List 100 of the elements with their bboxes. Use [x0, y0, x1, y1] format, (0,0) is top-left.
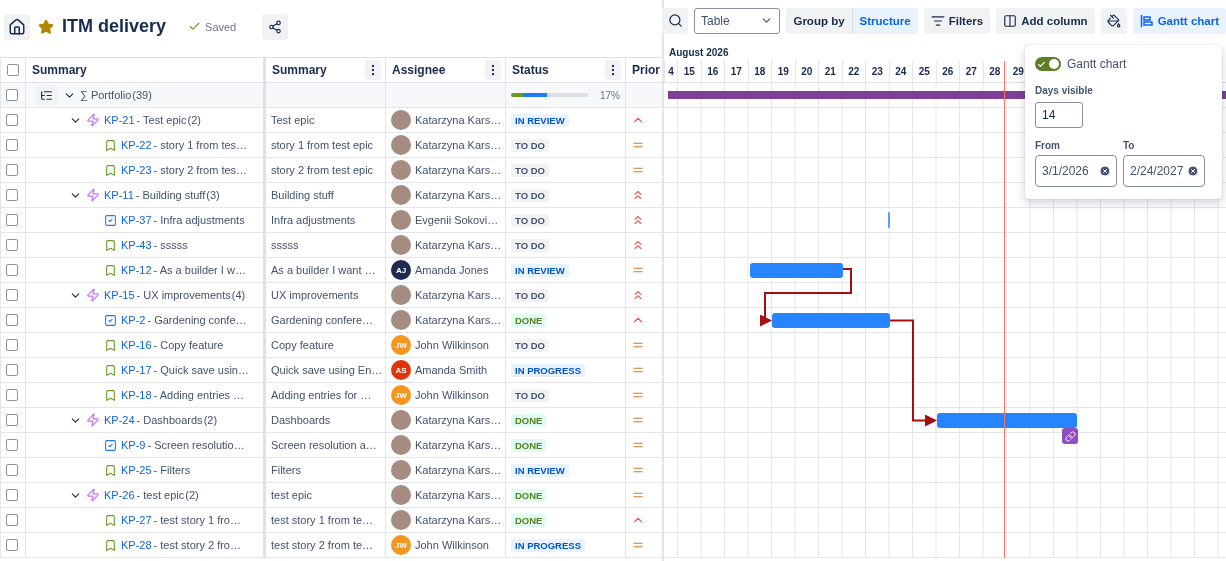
group-by-button[interactable]: Group by — [786, 7, 852, 34]
home-button[interactable] — [4, 13, 30, 40]
avatar: AS — [391, 360, 411, 380]
lightning-icon — [86, 288, 100, 302]
status-lozenge: DONE — [511, 513, 547, 527]
checkbox[interactable] — [6, 114, 18, 126]
checkbox[interactable] — [6, 314, 18, 326]
day-label: 18 — [754, 66, 766, 77]
status-lozenge: TO DO — [511, 338, 549, 352]
checkbox[interactable] — [6, 239, 18, 251]
hierarchy-button[interactable] — [36, 85, 57, 105]
summary-text: Quick save using En… — [271, 364, 383, 376]
to-date-field[interactable]: 2/24/2027 — [1123, 155, 1205, 187]
summary-text: sssss — [271, 239, 299, 251]
filters-button[interactable]: Filters — [923, 7, 991, 34]
more-button[interactable] — [365, 60, 381, 80]
month-label: August 2026 — [668, 46, 730, 60]
gantt-toggle[interactable] — [1035, 57, 1061, 71]
paint-bucket-button[interactable] — [1100, 7, 1127, 34]
checkbox[interactable] — [6, 339, 18, 351]
checkbox[interactable] — [6, 464, 18, 476]
add-column-button[interactable]: Add column — [996, 7, 1095, 34]
chain-icon — [1064, 430, 1076, 442]
column-header: Prior — [632, 63, 660, 77]
issue-key-link[interactable]: KP-18 — [121, 389, 152, 401]
status-lozenge: IN REVIEW — [511, 463, 569, 477]
day-label: 25 — [918, 66, 930, 77]
check-icon — [188, 20, 202, 33]
status-lozenge: TO DO — [511, 138, 549, 152]
share-button[interactable] — [262, 13, 289, 40]
day-label: 22 — [848, 66, 860, 77]
status-lozenge: IN REVIEW — [511, 263, 569, 277]
issue-key-link[interactable]: KP-27 — [121, 514, 152, 526]
checkbox[interactable] — [6, 389, 18, 401]
checkbox[interactable] — [6, 214, 18, 226]
more-button[interactable] — [605, 60, 621, 80]
assignee-name: John Wilkinson — [415, 389, 489, 401]
child-count: (3) — [206, 189, 220, 201]
view-select[interactable]: Table — [694, 7, 781, 34]
add-column-icon — [1003, 13, 1018, 28]
issue-title: - sssss — [153, 239, 188, 251]
issue-key-link[interactable]: KP-11 — [104, 189, 134, 201]
star-icon[interactable] — [38, 18, 54, 35]
field-label: To — [1123, 140, 1136, 151]
gantt-chart-button[interactable]: Gantt chart — [1132, 7, 1226, 34]
checkbox[interactable] — [6, 414, 18, 426]
day-label: 29 — [1012, 66, 1024, 77]
issue-key-link[interactable]: KP-26 — [104, 489, 135, 501]
from-date-field[interactable]: 3/1/2026 — [1035, 155, 1117, 187]
status-lozenge: TO DO — [511, 188, 549, 202]
search-button[interactable] — [662, 7, 688, 34]
checkbox[interactable] — [6, 539, 18, 551]
day-label: 4 — [668, 66, 674, 77]
checkbox[interactable] — [6, 364, 18, 376]
checkbox[interactable] — [6, 164, 18, 176]
issue-key-link[interactable]: KP-15 — [104, 289, 135, 301]
issue-key-link[interactable]: KP-9 — [121, 439, 146, 451]
days-visible-field[interactable]: 14 — [1035, 102, 1083, 128]
issue-key-link[interactable]: KP-2 — [121, 314, 146, 326]
issue-key-link[interactable]: KP-16 — [121, 339, 152, 351]
checkbox[interactable] — [6, 514, 18, 526]
issue-key-link[interactable]: KP-43 — [121, 239, 152, 251]
checkbox[interactable] — [6, 89, 18, 101]
issue-key-link[interactable]: KP-24 — [104, 414, 135, 426]
issue-key-link[interactable]: KP-22 — [121, 139, 152, 151]
checkbox[interactable] — [6, 139, 18, 151]
assignee-name: Katarzyna Kars… — [415, 114, 502, 126]
checkbox[interactable] — [6, 189, 18, 201]
checkbox[interactable] — [6, 489, 18, 501]
issue-title: - Dashboards — [136, 414, 203, 426]
issue-key-link[interactable]: KP-17 — [121, 364, 152, 376]
assignee-name: Katarzyna Kars… — [415, 489, 502, 501]
issue-title: - Gardening confe… — [147, 314, 247, 326]
status-lozenge: IN PROGRESS — [511, 538, 585, 552]
checkbox[interactable] — [6, 439, 18, 451]
issue-key-link[interactable]: KP-37 — [121, 214, 152, 226]
child-count: (39) — [132, 89, 152, 101]
saved-label: Saved — [205, 20, 237, 33]
day-label: 24 — [895, 66, 907, 77]
link-icon[interactable] — [1062, 428, 1078, 444]
summary-text: story 1 from test epic — [271, 139, 374, 151]
summary-text: test story 1 from te… — [271, 514, 374, 526]
more-button[interactable] — [485, 60, 501, 80]
issue-key-link[interactable]: KP-12 — [121, 264, 152, 276]
clear-icon[interactable] — [1187, 165, 1199, 177]
assignee-name: Katarzyna Kars… — [415, 139, 502, 151]
child-count: (2) — [203, 414, 218, 426]
issue-key-link[interactable]: KP-23 — [121, 164, 152, 176]
status-lozenge: TO DO — [511, 388, 549, 402]
column-header: Summary — [32, 63, 87, 77]
structure-button[interactable]: Structure — [851, 7, 918, 34]
assignee-name: Katarzyna Kars… — [415, 189, 502, 201]
issue-key-link[interactable]: KP-21 — [104, 114, 135, 126]
issue-key-link[interactable]: KP-25 — [121, 464, 152, 476]
checkbox[interactable] — [6, 289, 18, 301]
checkbox[interactable] — [7, 64, 19, 76]
day-label: 15 — [683, 66, 695, 77]
clear-icon[interactable] — [1099, 165, 1111, 177]
issue-key-link[interactable]: KP-28 — [121, 539, 152, 551]
checkbox[interactable] — [6, 264, 18, 276]
